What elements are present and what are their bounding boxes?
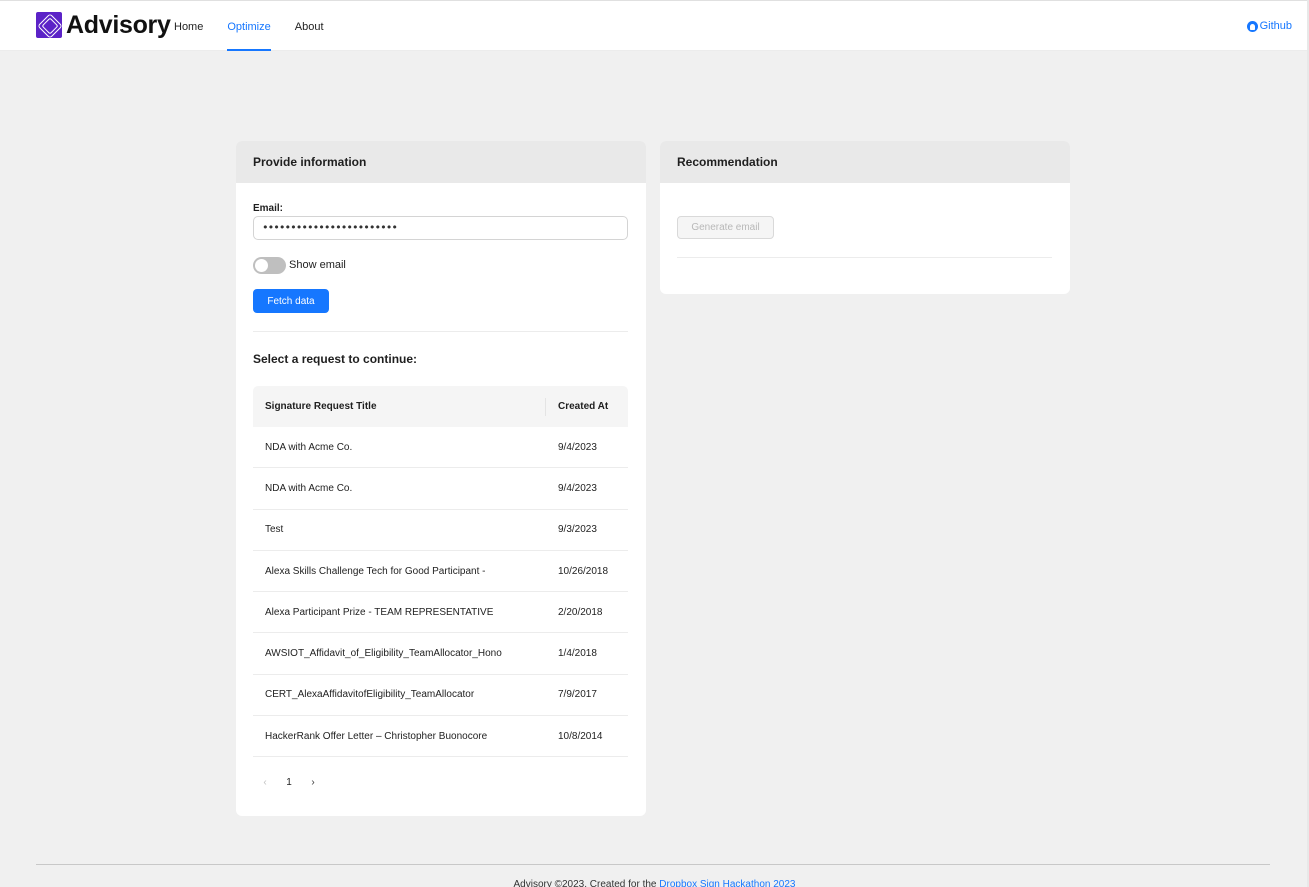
next-page-icon[interactable]: › — [301, 777, 325, 788]
logo[interactable]: Advisory — [36, 10, 171, 40]
toggle-knob — [255, 259, 268, 272]
row-title: Test — [265, 524, 284, 536]
main-nav: Home Optimize About — [164, 1, 338, 51]
row-date: 9/3/2023 — [558, 524, 597, 536]
logo-icon — [36, 12, 62, 38]
card-title: Recommendation — [660, 141, 1070, 183]
row-title: AWSIOT_Affidavit_of_Eligibility_TeamAllo… — [265, 648, 502, 660]
email-label: Email: — [253, 203, 284, 214]
table-row[interactable]: AWSIOT_Affidavit_of_Eligibility_TeamAllo… — [253, 633, 628, 675]
row-date: 2/20/2018 — [558, 606, 603, 618]
footer: Advisory ©2023. Created for the Dropbox … — [0, 879, 1309, 887]
row-date: 10/26/2018 — [558, 565, 609, 577]
table-row[interactable]: Alexa Participant Prize - TEAM REPRESENT… — [253, 592, 628, 634]
card-title: Provide information — [236, 141, 646, 183]
table-row[interactable]: CERT_AlexaAffidavitofEligibility_TeamAll… — [253, 675, 628, 717]
table-header: Signature Request Title Created At — [253, 386, 628, 427]
nav-home[interactable]: Home — [164, 1, 213, 51]
requests-table: Signature Request Title Created At NDA w… — [253, 386, 628, 758]
row-date: 9/4/2023 — [558, 441, 597, 453]
row-title: NDA with Acme Co. — [265, 441, 353, 453]
logo-text: Advisory — [66, 10, 171, 39]
previous-page-icon[interactable]: ‹ — [253, 777, 277, 788]
table-row[interactable]: NDA with Acme Co. 9/4/2023 — [253, 427, 628, 469]
row-title: NDA with Acme Co. — [265, 482, 353, 494]
row-date: 7/9/2017 — [558, 689, 597, 701]
row-title: HackerRank Offer Letter – Christopher Bu… — [265, 730, 488, 742]
github-label: Github — [1259, 20, 1292, 32]
pagination: ‹ 1 › — [253, 777, 325, 788]
column-header-created-at: Created At — [558, 401, 609, 412]
fetch-data-button[interactable]: Fetch data — [253, 289, 329, 313]
footer-text: Advisory ©2023. Created for the — [513, 879, 660, 887]
page-1-button[interactable]: 1 — [277, 777, 301, 788]
row-date: 1/4/2018 — [558, 648, 597, 660]
nav-optimize[interactable]: Optimize — [217, 1, 280, 51]
row-title: Alexa Skills Challenge Tech for Good Par… — [265, 565, 486, 577]
github-link[interactable]: Github — [1246, 20, 1292, 32]
table-row[interactable]: Alexa Skills Challenge Tech for Good Par… — [253, 551, 628, 593]
email-field[interactable]: •••••••••••••••••••••••• — [253, 216, 628, 240]
column-header-title: Signature Request Title — [253, 397, 546, 416]
footer-divider — [36, 864, 1270, 865]
table-row[interactable]: HackerRank Offer Letter – Christopher Bu… — [253, 716, 628, 758]
table-row[interactable]: NDA with Acme Co. 9/4/2023 — [253, 468, 628, 510]
row-title: Alexa Participant Prize - TEAM REPRESENT… — [265, 606, 494, 618]
show-email-label: Show email — [289, 259, 346, 271]
row-title: CERT_AlexaAffidavitofEligibility_TeamAll… — [265, 689, 475, 701]
table-row[interactable]: Test 9/3/2023 — [253, 510, 628, 551]
recommendation-card: Recommendation Generate email — [660, 141, 1070, 294]
nav-about[interactable]: About — [285, 1, 334, 51]
generate-email-button[interactable]: Generate email — [677, 216, 774, 239]
section-title: Select a request to continue: — [253, 352, 418, 366]
divider — [253, 331, 628, 332]
row-date: 10/8/2014 — [558, 730, 603, 742]
show-email-toggle[interactable] — [253, 257, 286, 274]
github-icon — [1246, 20, 1258, 32]
provide-information-card: Provide information Email: •••••••••••••… — [236, 141, 646, 816]
footer-hackathon-link[interactable]: Dropbox Sign Hackathon 2023 — [659, 879, 795, 887]
row-date: 9/4/2023 — [558, 482, 597, 494]
top-navbar: Advisory Home Optimize About Github — [0, 0, 1309, 51]
divider — [677, 257, 1052, 258]
